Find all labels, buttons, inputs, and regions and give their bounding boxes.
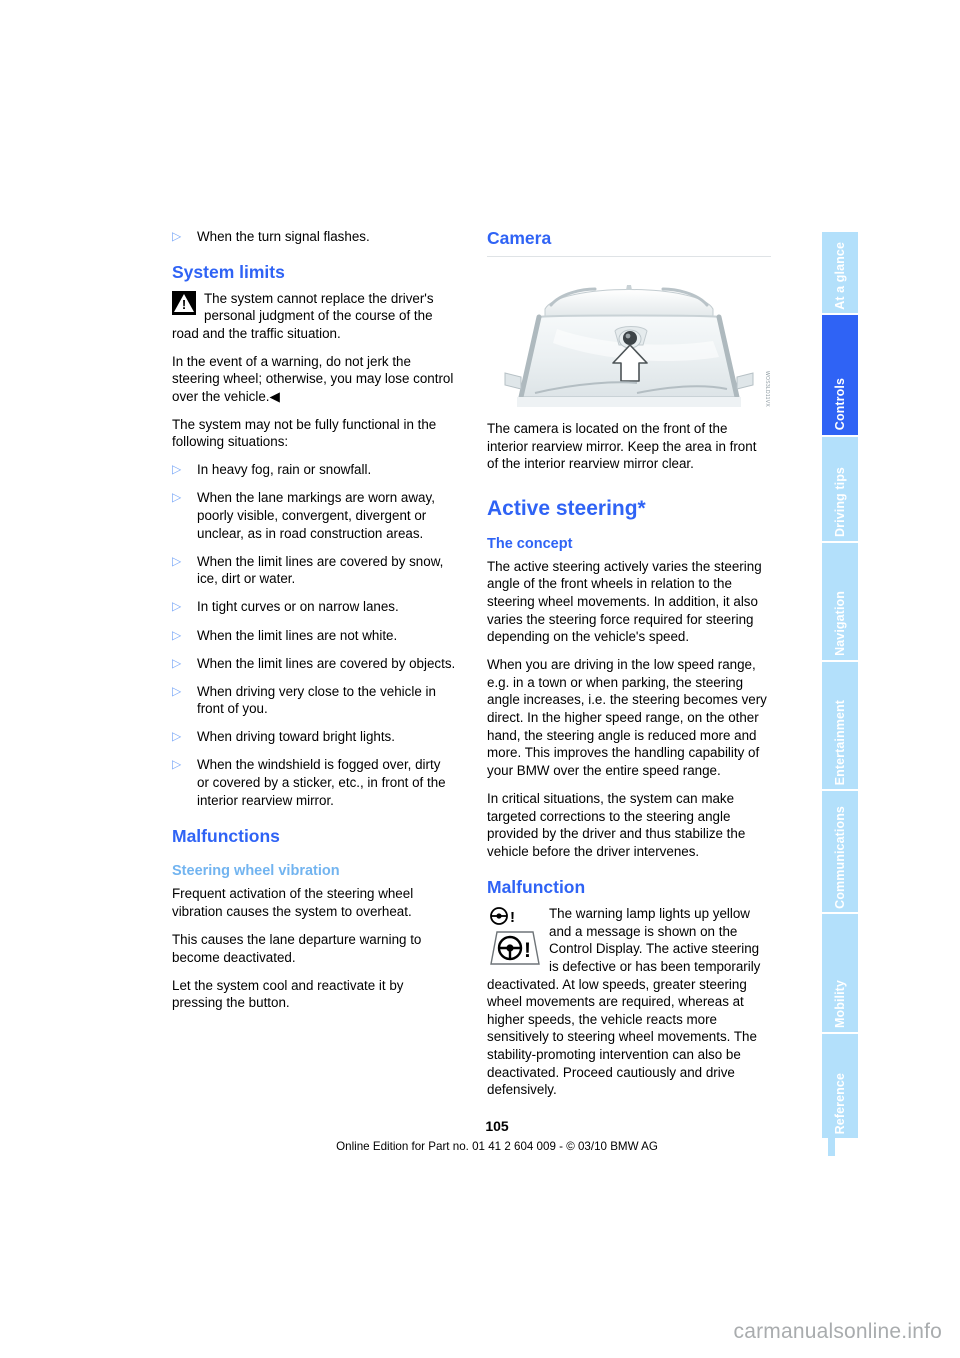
heading-camera: Camera — [487, 228, 552, 248]
triangle-bullet-icon: ▷ — [172, 490, 182, 505]
tab-mobility[interactable]: Mobility — [822, 914, 858, 1032]
list-item: ▷ When the windshield is fogged over, di… — [172, 756, 456, 809]
list-item: ▷ When the limit lines are covered by sn… — [172, 553, 456, 588]
list-item-label: When the limit lines are not white. — [197, 627, 398, 643]
warning-note-text: The system cannot replace the driver's p… — [204, 290, 434, 324]
list-item-label: In tight curves or on narrow lanes. — [197, 599, 399, 615]
concept-paragraph-2: When you are driving in the low speed ra… — [487, 657, 767, 778]
windshield-camera-illustration — [487, 257, 771, 409]
svg-text:!: ! — [524, 939, 531, 962]
vibration-paragraph-3: Let the system cool and reactivate it by… — [172, 977, 404, 1011]
warning-triangle-icon — [172, 290, 196, 315]
list-item: ▷ When the lane markings are worn away, … — [172, 489, 456, 542]
warning-note-text-cont: road and the traffic situation. — [172, 325, 341, 341]
concept-paragraph-1: The active steering actively varies the … — [487, 558, 762, 645]
list-item-label: When driving very close to the vehicle i… — [197, 683, 436, 717]
imprint-line: Online Edition for Part no. 01 41 2 604 … — [336, 1140, 658, 1153]
left-text-column: ▷ When the turn signal flashes. System l… — [172, 228, 456, 1022]
tab-label: Entertainment — [833, 699, 847, 786]
warning-note-paragraph-2: In the event of a warning, do not jerk t… — [172, 353, 454, 405]
active-steering-warning-lamp-icon: ! ! — [487, 906, 543, 968]
site-watermark: carmanualsonline.info — [733, 1320, 942, 1343]
page-number: 105 — [485, 1118, 509, 1134]
triangle-bullet-icon: ▷ — [172, 757, 182, 772]
triangle-bullet-icon: ▷ — [172, 627, 182, 642]
list-item: ▷ When driving very close to the vehicle… — [172, 683, 456, 718]
heading-the-concept: The concept — [487, 535, 573, 552]
camera-figure: WOS3LD11VX — [487, 256, 771, 409]
right-text-column: Camera WOS3LD11VX The camera is located … — [487, 228, 771, 1099]
list-item-label: When the windshield is fogged over, dirt… — [197, 757, 446, 808]
figure-code-label: WOS3LD11VX — [764, 371, 770, 407]
heading-malfunctions: Malfunctions — [172, 826, 280, 847]
windshield-diagram-svg — [487, 257, 771, 409]
heading-steering-wheel-vibration: Steering wheel vibration — [172, 863, 340, 880]
tab-driving-tips[interactable]: Driving tips — [822, 436, 858, 541]
malfunction-block: ! ! The warning lamp lights up yellow an… — [487, 905, 771, 975]
tab-label: Navigation — [833, 591, 847, 657]
vibration-paragraph-1: Frequent activation of the steering whee… — [172, 886, 414, 919]
list-item: ▷ When the limit lines are not white. — [172, 627, 456, 645]
triangle-bullet-icon: ▷ — [172, 599, 182, 614]
list-item-label: In heavy fog, rain or snowfall. — [197, 462, 372, 478]
malfunction-rest-text: deactivated. At low speeds, greater stee… — [487, 976, 757, 1098]
tab-at-a-glance[interactable]: At a glance — [822, 232, 858, 314]
svg-text:!: ! — [510, 909, 515, 926]
tab-communications[interactable]: Communications — [822, 791, 858, 913]
triangle-bullet-icon: ▷ — [172, 683, 182, 698]
list-item: ▷ In tight curves or on narrow lanes. — [172, 598, 456, 616]
list-item-label: When the lane markings are worn away, po… — [197, 490, 435, 541]
warning-note: The system cannot replace the driver's p… — [172, 290, 456, 343]
camera-caption: The camera is located on the front of th… — [487, 421, 757, 472]
tab-label: At a glance — [833, 241, 847, 310]
manual-page: At a glance Controls Driving tips Naviga… — [0, 0, 960, 1358]
triangle-bullet-icon: ▷ — [172, 229, 182, 243]
section-tab-rail: At a glance Controls Driving tips Naviga… — [822, 232, 858, 1138]
heading-malfunction: Malfunction — [487, 877, 586, 898]
triangle-bullet-icon: ▷ — [172, 729, 182, 744]
footer-tab-marker — [828, 1118, 835, 1156]
list-item-label: When the limit lines are covered by obje… — [197, 655, 456, 671]
situations-intro: The system may not be fully functional i… — [172, 416, 437, 450]
list-item-label: When driving toward bright lights. — [197, 729, 395, 745]
list-item: ▷ When the limit lines are covered by ob… — [172, 655, 456, 673]
list-item: ▷ When the turn signal flashes. — [172, 228, 456, 246]
tab-entertainment[interactable]: Entertainment — [822, 662, 858, 790]
steering-wheel-warning-svg: ! ! — [490, 907, 540, 965]
list-item-label: When the limit lines are covered by snow… — [197, 553, 444, 587]
triangle-bullet-icon: ▷ — [172, 462, 182, 477]
tab-label: Controls — [833, 378, 847, 431]
tab-navigation[interactable]: Navigation — [822, 542, 858, 661]
triangle-bullet-icon: ▷ — [172, 553, 182, 568]
tab-label: Communications — [833, 805, 847, 909]
tab-label: Mobility — [833, 979, 847, 1028]
tab-controls[interactable]: Controls — [822, 315, 858, 435]
list-item: ▷ In heavy fog, rain or snowfall. — [172, 461, 456, 479]
tab-label: Driving tips — [833, 466, 847, 537]
triangle-bullet-icon: ▷ — [172, 655, 182, 670]
concept-paragraph-3: In critical situations, the system can m… — [487, 790, 746, 859]
heading-active-steering: Active steering* — [487, 496, 646, 520]
list-item-label: When the turn signal flashes. — [197, 229, 370, 244]
list-item: ▷ When driving toward bright lights. — [172, 728, 456, 746]
vibration-paragraph-2: This causes the lane departure warning t… — [172, 931, 422, 965]
heading-system-limits: System limits — [172, 261, 285, 282]
